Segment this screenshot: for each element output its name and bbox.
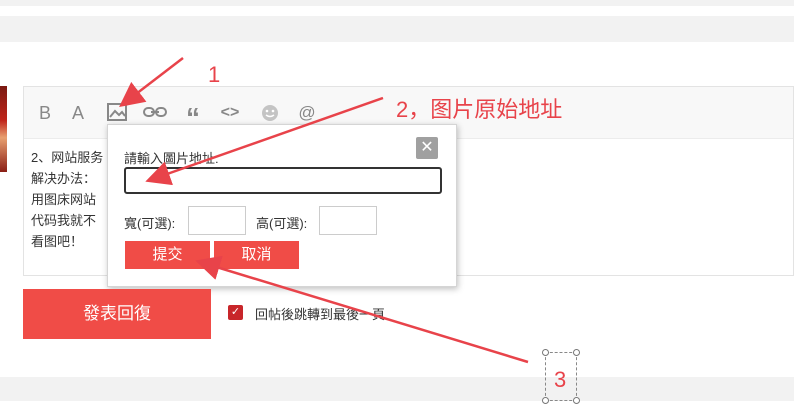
annotation-arrows — [119, 57, 529, 364]
arrow-to-url-input — [145, 96, 384, 186]
resize-handle[interactable] — [573, 349, 580, 356]
resize-handle[interactable] — [542, 349, 549, 356]
arrow-to-submit-button — [195, 255, 529, 364]
annotation-label-1: 1 — [208, 62, 221, 87]
annotation-label-3: 3 — [554, 367, 567, 392]
arrow-to-image-icon — [119, 57, 184, 108]
annotation-label-2: 2，图片原始地址 — [396, 97, 563, 122]
